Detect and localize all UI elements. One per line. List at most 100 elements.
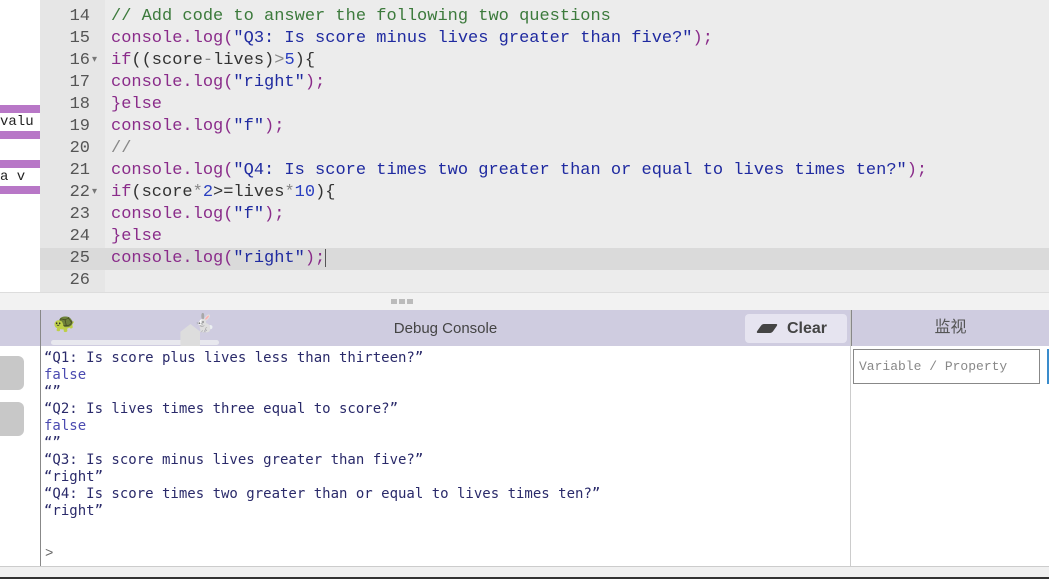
code-token: ){ xyxy=(294,51,316,70)
side-button[interactable] xyxy=(0,402,24,436)
code-token: 10 xyxy=(294,183,316,202)
console-line: “Q3: Is score minus lives greater than f… xyxy=(44,452,424,468)
watch-panel: 监视 xyxy=(850,310,1049,566)
side-button[interactable] xyxy=(0,356,24,390)
code-token: - xyxy=(202,51,214,70)
code-token: 2 xyxy=(202,183,214,202)
code-text: }else xyxy=(111,226,162,248)
code-text: console.log("f"); xyxy=(111,204,284,226)
toolbox-blocks: valu a v xyxy=(0,0,40,292)
code-token: "right" xyxy=(233,249,305,268)
code-token: ); xyxy=(264,117,285,136)
code-token: ); xyxy=(906,161,928,180)
code-block[interactable]: a v xyxy=(0,160,40,194)
code-token: 5 xyxy=(284,51,295,70)
code-token: // Add code to answer the following two … xyxy=(111,7,611,26)
code-line[interactable]: 19 console.log("f"); xyxy=(40,116,1049,138)
code-text: console.log("Q3: Is score minus lives gr… xyxy=(111,28,713,50)
code-line[interactable]: 22 ▾ if(score*2>=lives*10){ xyxy=(40,182,1049,204)
left-strip xyxy=(0,310,40,566)
code-token: console.log( xyxy=(111,73,234,92)
line-number: 25 xyxy=(69,249,90,268)
line-number: 18 xyxy=(69,95,90,114)
code-token: "right" xyxy=(233,73,305,92)
code-text: if(score*2>=lives*10){ xyxy=(111,182,335,204)
console-line: “Q2: Is lives times three equal to score… xyxy=(44,401,399,417)
line-number: 26 xyxy=(69,271,90,290)
code-token: console.log( xyxy=(111,161,234,180)
text-cursor xyxy=(325,248,327,267)
line-number: 19 xyxy=(69,117,90,136)
fold-arrow-icon[interactable]: ▾ xyxy=(92,182,97,204)
console-line: “right” xyxy=(44,469,104,485)
code-line[interactable]: 26 xyxy=(40,270,1049,292)
console-header: 🐢 🐇 Debug Console Clear xyxy=(41,310,850,346)
code-line[interactable]: 20 // xyxy=(40,138,1049,160)
console-line: false xyxy=(44,367,87,383)
code-token: ){ xyxy=(315,183,336,202)
panel-resize-handle[interactable] xyxy=(0,292,1049,310)
code-text: console.log("right"); xyxy=(111,248,327,270)
code-token: ); xyxy=(692,29,713,48)
block-label: valu xyxy=(0,114,34,130)
watch-title: 监视 xyxy=(851,310,1049,346)
eraser-icon xyxy=(755,324,779,333)
code-line[interactable]: 16 ▾ if((score-lives)>5){ xyxy=(40,50,1049,72)
console-line: “” xyxy=(44,384,61,400)
code-token: console.log( xyxy=(111,249,234,268)
code-token: console.log( xyxy=(111,117,234,136)
code-token: if xyxy=(111,51,132,70)
code-token: * xyxy=(192,183,203,202)
code-token: "Q3: Is score minus lives greater than f… xyxy=(233,29,693,48)
console-output: “Q1: Is score plus lives less than thirt… xyxy=(41,346,850,566)
code-token: ); xyxy=(264,205,285,224)
line-number: 23 xyxy=(69,205,90,224)
code-line[interactable]: 24 }else xyxy=(40,226,1049,248)
code-token: if xyxy=(111,183,132,202)
code-line[interactable]: 21 console.log("Q4: Is score times two gr… xyxy=(40,160,1049,182)
console-input[interactable]: > xyxy=(45,546,53,562)
code-token: (score xyxy=(131,183,193,202)
line-number: 17 xyxy=(69,73,90,92)
code-token: ); xyxy=(304,249,326,268)
code-line[interactable]: 15 console.log("Q3: Is score minus lives … xyxy=(40,28,1049,50)
console-line: false xyxy=(44,418,87,434)
code-text: // Add code to answer the following two … xyxy=(111,6,611,28)
code-editor[interactable]: 14 // Add code to answer the following tw… xyxy=(40,0,1049,292)
code-line[interactable]: 25 console.log("right"); xyxy=(40,248,1049,270)
code-token: >=lives xyxy=(213,183,285,202)
code-block[interactable]: valu xyxy=(0,105,40,139)
code-text: if((score-lives)>5){ xyxy=(111,50,315,72)
code-line[interactable]: 17 console.log("right"); xyxy=(40,72,1049,94)
console-line: “right” xyxy=(44,503,104,519)
line-number: 20 xyxy=(69,139,90,158)
code-line[interactable]: 23 console.log("f"); xyxy=(40,204,1049,226)
code-token: ); xyxy=(304,73,326,92)
block-label: a v xyxy=(0,169,26,185)
watch-variable-input[interactable] xyxy=(853,349,1040,384)
code-token: }else xyxy=(111,95,163,114)
line-number: 15 xyxy=(69,29,90,48)
code-token: lives) xyxy=(213,51,275,70)
debug-console: 🐢 🐇 Debug Console Clear “Q1: Is score pl… xyxy=(40,310,850,566)
code-token: * xyxy=(284,183,295,202)
line-number: 16 xyxy=(69,51,90,70)
code-token: }else xyxy=(111,227,163,246)
fold-arrow-icon[interactable]: ▾ xyxy=(92,50,97,72)
grip-icon xyxy=(391,299,413,304)
clear-button[interactable]: Clear xyxy=(745,314,847,343)
console-line: “Q1: Is score plus lives less than thirt… xyxy=(44,350,424,366)
code-token: "Q4: Is score times two greater than or … xyxy=(233,161,907,180)
code-token: ((score xyxy=(131,51,203,70)
line-number: 21 xyxy=(69,161,90,180)
status-bar xyxy=(0,566,1049,579)
code-text: }else xyxy=(111,94,162,116)
code-token: > xyxy=(274,51,285,70)
code-line[interactable]: 18 }else xyxy=(40,94,1049,116)
clear-label: Clear xyxy=(787,320,828,337)
code-text: // xyxy=(111,138,131,160)
line-number: 24 xyxy=(69,227,90,246)
code-text: console.log("f"); xyxy=(111,116,284,138)
code-line[interactable]: 14 // Add code to answer the following tw… xyxy=(40,6,1049,28)
console-line: “” xyxy=(44,435,61,451)
